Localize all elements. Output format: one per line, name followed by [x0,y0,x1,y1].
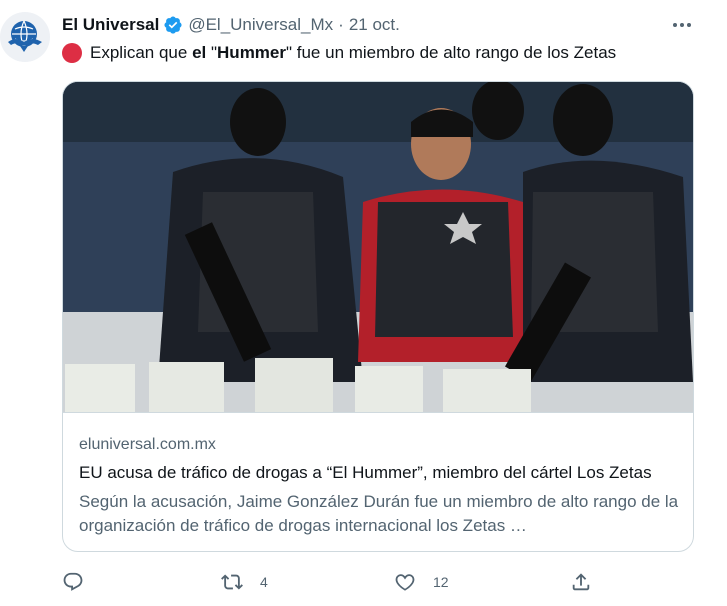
user-handle[interactable]: @El_Universal_Mx [188,15,333,35]
like-count: 12 [433,574,449,590]
card-divider [63,412,693,413]
card-photo[interactable] [63,82,693,412]
reply-button[interactable] [62,568,101,596]
share-button[interactable] [570,568,609,596]
tweet-text-bold-hummer: Hummer [217,43,286,62]
tweet-text: Explican que el " Hummer " fue un miembr… [62,42,616,64]
retweet-icon [221,574,243,590]
verified-badge-icon [164,16,182,34]
retweet-count: 4 [260,574,268,590]
tweet-date[interactable]: 21 oct. [349,15,400,35]
card-description: Según la acusación, Jaime González Durán… [79,492,679,535]
more-options-icon[interactable] [668,14,696,36]
share-icon [572,573,590,591]
tweet[interactable]: El Universal @El_Universal_Mx · 21 oct. … [0,0,727,606]
display-name[interactable]: El Universal [62,15,159,35]
like-button[interactable]: 12 [394,568,449,596]
red-circle-emoji [62,43,82,63]
avatar[interactable] [0,12,50,62]
globe-logo-icon [0,12,50,62]
tweet-text-lead: Explican que [90,43,193,62]
tweet-text-rest: " fue un miembro de alto rango de los Ze… [286,43,617,62]
tweet-text-bold-el: el [192,43,207,62]
retweet-button[interactable]: 4 [221,568,268,596]
heart-icon [395,574,415,591]
link-card[interactable]: eluniversal.com.mx EU acusa de tráfico d… [62,81,694,552]
action-bar: 4 12 [62,568,602,596]
tweet-header: El Universal @El_Universal_Mx · 21 oct. [62,14,400,36]
reply-icon [63,572,83,591]
card-title: EU acusa de tráfico de drogas a “El Humm… [79,463,652,482]
separator-dot: · [338,15,344,34]
tweet-text-quote: " [206,43,218,62]
card-domain: eluniversal.com.mx [79,436,216,453]
